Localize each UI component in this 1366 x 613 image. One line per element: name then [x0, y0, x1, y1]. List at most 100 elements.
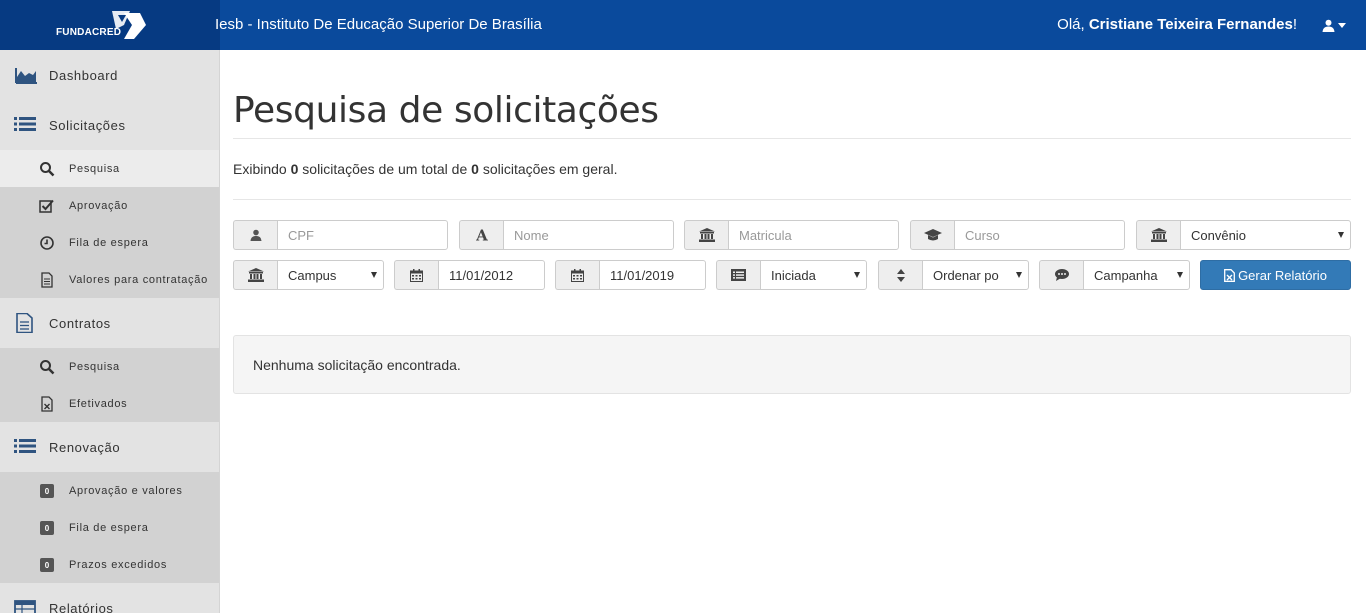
calendar-icon	[555, 260, 599, 290]
user-greeting: Olá, Cristiane Teixeira Fernandes!	[1057, 16, 1297, 33]
greeting-prefix: Olá,	[1057, 16, 1089, 33]
sidebar-subitem-valores-contratacao[interactable]: Valores para contratação	[0, 261, 219, 298]
status-filter: Iniciada	[716, 260, 867, 290]
select-value: Convênio	[1191, 227, 1246, 243]
search-icon	[39, 359, 55, 375]
sidebar-subitem-renovacao-fila[interactable]: 0 Fila de espera	[0, 509, 219, 546]
sidebar-item-label: Pesquisa	[69, 162, 120, 175]
sidebar-subitem-prazos-excedidos[interactable]: 0 Prazos excedidos	[0, 546, 219, 583]
cpf-filter: CPF	[233, 220, 448, 250]
date-end-input[interactable]: 11/01/2019	[599, 260, 706, 290]
sidebar-item-label: Dashboard	[49, 67, 118, 83]
status-select[interactable]: Iniciada	[760, 260, 867, 290]
count-badge: 0	[40, 521, 54, 535]
search-icon	[39, 161, 55, 177]
sidebar-item-label: Efetivados	[69, 397, 128, 410]
campus-filter: Campus	[233, 260, 384, 290]
sidebar-item-dashboard[interactable]: Dashboard	[0, 50, 219, 100]
file-text-icon	[39, 272, 55, 288]
file-excel-icon	[1224, 268, 1236, 282]
chevron-down-icon	[1177, 272, 1183, 278]
cpf-input[interactable]: CPF	[277, 220, 448, 250]
select-value: Campanha	[1094, 267, 1158, 283]
institution-icon	[684, 220, 728, 250]
font-icon: A	[459, 220, 503, 250]
sidebar-item-solicitacoes[interactable]: Solicitações	[0, 100, 219, 150]
count-badge: 0	[40, 484, 54, 498]
sidebar-item-relatorios[interactable]: Relatórios	[0, 583, 219, 613]
convenio-filter: Convênio	[1136, 220, 1351, 250]
sidebar-item-label: Solicitações	[49, 117, 126, 133]
select-value: Campus	[288, 267, 337, 283]
date-end-filter: 11/01/2019	[555, 260, 706, 290]
list-icon	[14, 115, 38, 135]
institution-icon	[1136, 220, 1180, 250]
sidebar-subitem-fila-de-espera[interactable]: Fila de espera	[0, 224, 219, 261]
date-start-filter: 11/01/2012	[394, 260, 545, 290]
sidebar-subitem-efetivados[interactable]: Efetivados	[0, 385, 219, 422]
sidebar-item-label: Fila de espera	[69, 521, 149, 534]
sidebar-item-label: Pesquisa	[69, 360, 120, 373]
sidebar-subitem-aprovacao-valores[interactable]: 0 Aprovação e valores	[0, 472, 219, 509]
generate-report-label: Gerar Relatório	[1238, 267, 1327, 283]
total-count: 0	[471, 161, 479, 177]
nome-filter: A Nome	[459, 220, 674, 250]
summary-text: Exibindo	[233, 161, 291, 177]
file-excel-icon	[39, 396, 55, 412]
campanha-select[interactable]: Campanha	[1083, 260, 1190, 290]
sidebar-item-label: Contratos	[49, 315, 111, 331]
brand-logo-area[interactable]: FUNDACRED	[0, 0, 220, 50]
chevron-down-icon	[854, 272, 860, 278]
file-text-icon	[14, 313, 38, 333]
order-filter: Ordenar po	[878, 260, 1029, 290]
brand-name: FUNDACRED	[56, 27, 122, 38]
campanha-filter: Campanha	[1039, 260, 1190, 290]
summary-text: solicitações de um total de	[298, 161, 472, 177]
campus-select[interactable]: Campus	[277, 260, 384, 290]
sidebar-item-label: Fila de espera	[69, 236, 149, 249]
svg-text:A: A	[475, 228, 488, 242]
top-navbar: FUNDACRED Iesb - Instituto De Educação S…	[0, 0, 1366, 50]
chevron-down-icon	[371, 272, 377, 278]
list-icon	[14, 437, 38, 457]
generate-report-button[interactable]: Gerar Relatório	[1200, 260, 1351, 290]
sidebar-item-renovacao[interactable]: Renovação	[0, 422, 219, 472]
matricula-input[interactable]: Matricula	[728, 220, 899, 250]
empty-results-message: Nenhuma solicitação encontrada.	[233, 335, 1351, 394]
clock-icon	[39, 235, 55, 251]
area-chart-icon	[14, 65, 38, 85]
sidebar-item-label: Prazos excedidos	[69, 558, 168, 571]
user-name: Cristiane Teixeira Fernandes	[1088, 16, 1293, 33]
sidebar-item-label: Relatórios	[49, 600, 114, 613]
curso-input[interactable]: Curso	[954, 220, 1125, 250]
convenio-select[interactable]: Convênio	[1180, 220, 1351, 250]
table-icon	[14, 598, 38, 613]
check-square-icon	[39, 198, 55, 214]
nome-input[interactable]: Nome	[503, 220, 674, 250]
chevron-down-icon	[1016, 272, 1022, 278]
list-alt-icon	[716, 260, 760, 290]
order-select[interactable]: Ordenar po	[922, 260, 1029, 290]
matricula-filter: Matricula	[684, 220, 899, 250]
sidebar-subitem-contratos-pesquisa[interactable]: Pesquisa	[0, 348, 219, 385]
sort-icon	[878, 260, 922, 290]
chevron-down-icon	[1338, 232, 1344, 238]
sidebar-item-label: Renovação	[49, 439, 121, 455]
summary-text: solicitações em geral.	[478, 161, 618, 177]
select-value: Iniciada	[771, 267, 816, 283]
sidebar-subitem-aprovacao[interactable]: Aprovação	[0, 187, 219, 224]
sidebar-item-label: Aprovação e valores	[69, 484, 183, 497]
user-icon	[233, 220, 277, 250]
institution-title: Iesb - Instituto De Educação Superior De…	[215, 16, 542, 33]
sidebar: Dashboard Solicitações Pesquisa Aprovaçã…	[0, 50, 220, 613]
user-icon	[1322, 19, 1335, 32]
results-summary: Exibindo 0 solicitações de um total de 0…	[233, 161, 617, 177]
sidebar-item-label: Valores para contratação	[69, 273, 208, 286]
user-menu-dropdown[interactable]	[1322, 14, 1352, 36]
sidebar-subitem-solicitacoes-pesquisa[interactable]: Pesquisa	[0, 150, 219, 187]
date-start-input[interactable]: 11/01/2012	[438, 260, 545, 290]
count-badge: 0	[40, 558, 54, 572]
sidebar-item-contratos[interactable]: Contratos	[0, 298, 219, 348]
select-value: Ordenar po	[933, 267, 999, 283]
calendar-icon	[394, 260, 438, 290]
